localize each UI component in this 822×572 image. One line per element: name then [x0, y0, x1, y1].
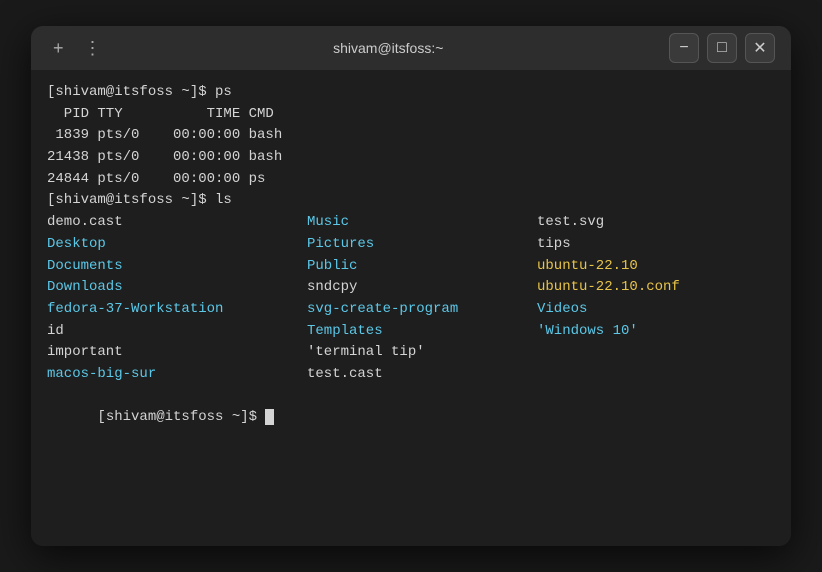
ls-item: Templates [307, 321, 537, 343]
ls-item: 'Windows 10' [537, 321, 775, 343]
ls-output: demo.castMusictest.svg DesktopPicturestip… [47, 212, 775, 386]
ls-item: ubuntu-22.10 [537, 256, 775, 278]
ls-item: svg-create-program [307, 299, 537, 321]
final-prompt: [shivam@itsfoss ~]$ [47, 386, 775, 451]
ls-item: Desktop [47, 234, 307, 256]
ls-item: Documents [47, 256, 307, 278]
window-controls: − □ ✕ [669, 33, 775, 63]
ls-item: test.svg [537, 212, 775, 234]
menu-button[interactable]: ⋮ [78, 36, 108, 61]
ls-item: Downloads [47, 277, 307, 299]
window-title: shivam@itsfoss:~ [108, 40, 669, 56]
terminal-window: + ⋮ shivam@itsfoss:~ − □ ✕ [shivam@itsfo… [31, 26, 791, 546]
ls-item: test.cast [307, 364, 537, 386]
ls-item [537, 342, 775, 364]
ps-command-line: [shivam@itsfoss ~]$ ps [47, 82, 775, 104]
ls-item: Public [307, 256, 537, 278]
ps-row-2: 21438 pts/0 00:00:00 bash [47, 147, 775, 169]
minimize-button[interactable]: − [669, 33, 699, 63]
ls-item: ubuntu-22.10.conf [537, 277, 775, 299]
ls-item: demo.cast [47, 212, 307, 234]
ls-item [537, 364, 775, 386]
ps-row-3: 24844 pts/0 00:00:00 ps [47, 169, 775, 191]
add-tab-button[interactable]: + [47, 36, 70, 61]
title-bar: + ⋮ shivam@itsfoss:~ − □ ✕ [31, 26, 791, 70]
ps-header: PID TTY TIME CMD [47, 104, 775, 126]
ls-item: Pictures [307, 234, 537, 256]
maximize-button[interactable]: □ [707, 33, 737, 63]
ls-item: sndcpy [307, 277, 537, 299]
close-button[interactable]: ✕ [745, 33, 775, 63]
ls-item: Videos [537, 299, 775, 321]
ps-row-1: 1839 pts/0 00:00:00 bash [47, 125, 775, 147]
ls-item: macos-big-sur [47, 364, 307, 386]
cursor [265, 409, 274, 425]
ls-command-line: [shivam@itsfoss ~]$ ls [47, 190, 775, 212]
terminal-body[interactable]: [shivam@itsfoss ~]$ ps PID TTY TIME CMD … [31, 70, 791, 546]
ls-item: important [47, 342, 307, 364]
ls-item: tips [537, 234, 775, 256]
ls-item: fedora-37-Workstation [47, 299, 307, 321]
ls-item: id [47, 321, 307, 343]
ls-item: 'terminal tip' [307, 342, 537, 364]
ls-item: Music [307, 212, 537, 234]
